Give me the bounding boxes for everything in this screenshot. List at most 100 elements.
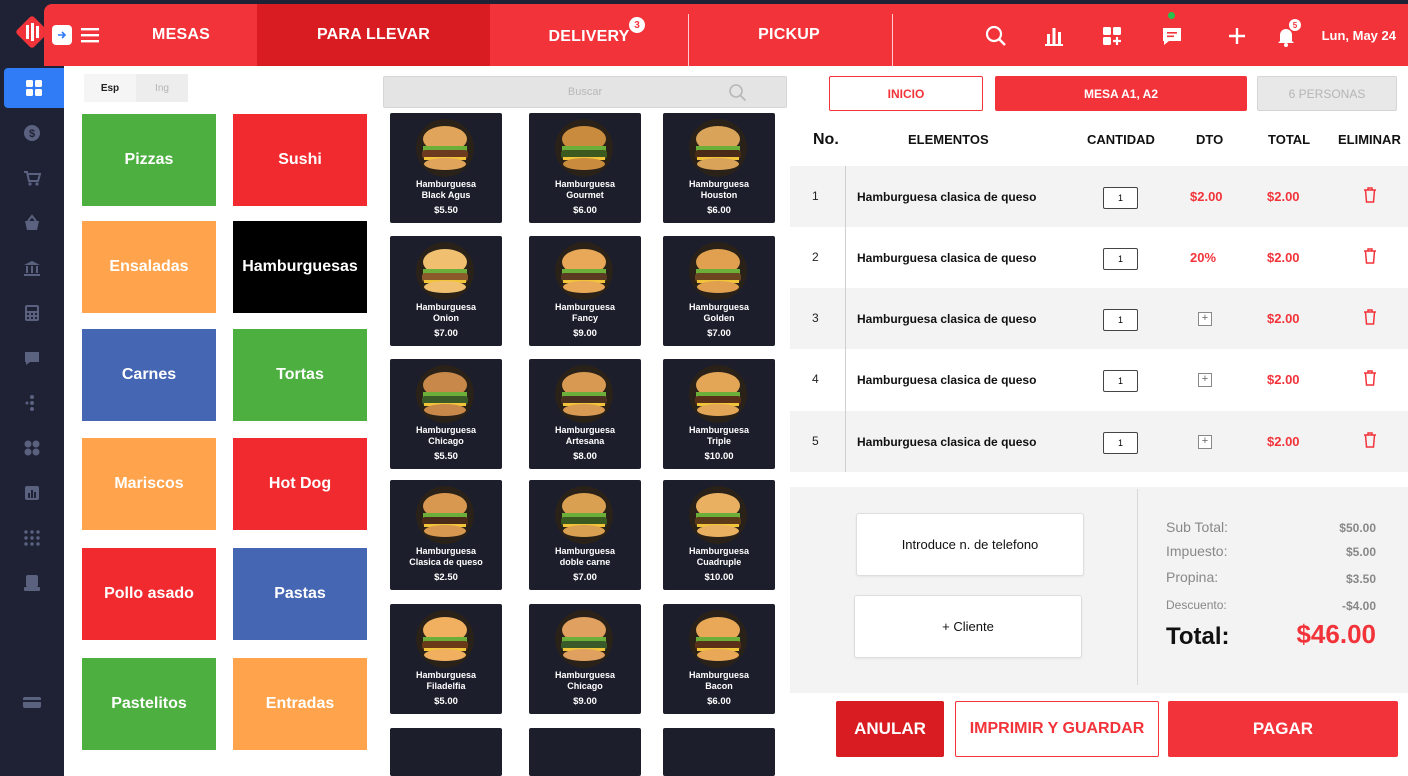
product-card[interactable]: Hamburguesa Chicago $9.00 xyxy=(529,604,641,714)
sidebar-item-reports[interactable] xyxy=(0,473,64,513)
mesa-button[interactable]: MESA A1, A2 xyxy=(995,76,1247,111)
language-option-esp[interactable]: Esp xyxy=(84,74,136,102)
row-quantity-input[interactable]: 1 xyxy=(1103,309,1138,331)
category-pastelitos[interactable]: Pastelitos xyxy=(82,658,216,750)
category-sushi[interactable]: Sushi xyxy=(233,114,367,206)
product-name: Hamburguesa Bacon xyxy=(663,670,775,692)
burger-image xyxy=(416,119,474,177)
product-name-line1: Hamburguesa xyxy=(415,546,477,556)
sidebar-item-apps[interactable] xyxy=(0,518,64,558)
burger-image xyxy=(416,486,474,544)
tab-pickup[interactable]: PICKUP xyxy=(694,4,884,66)
product-name-line2: doble carne xyxy=(559,557,611,567)
tip-value: $3.50 xyxy=(1345,572,1376,586)
trash-icon[interactable] xyxy=(1362,186,1378,204)
add-client-button[interactable]: + Cliente xyxy=(854,595,1082,658)
sidebar-item-modules[interactable] xyxy=(0,428,64,468)
trash-icon[interactable] xyxy=(1362,308,1378,326)
trash-icon[interactable] xyxy=(1362,247,1378,265)
product-card[interactable] xyxy=(529,728,641,776)
sidebar-item-bank[interactable] xyxy=(0,248,64,288)
add-discount-button[interactable]: + xyxy=(1198,373,1212,387)
sidebar-item-terminal[interactable] xyxy=(0,563,64,603)
header-no: No. xyxy=(813,131,839,148)
category-pollo-asado[interactable]: Pollo asado xyxy=(82,548,216,640)
add-widget-icon[interactable] xyxy=(1100,24,1124,48)
tab-para-llevar[interactable]: PARA LLEVAR xyxy=(257,4,490,66)
bar-chart-icon[interactable] xyxy=(1042,24,1066,48)
collapse-sidebar-button[interactable] xyxy=(52,25,72,45)
product-card[interactable]: Hamburguesa Houston $6.00 xyxy=(663,113,775,223)
product-card[interactable]: Hamburguesa Triple $10.00 xyxy=(663,359,775,469)
tab-mesas[interactable]: MESAS xyxy=(114,4,248,66)
sidebar-item-staff[interactable] xyxy=(0,383,64,423)
sidebar-item-cart[interactable] xyxy=(0,158,64,198)
sidebar-item-dashboard[interactable] xyxy=(4,68,64,108)
search-icon[interactable] xyxy=(984,24,1008,48)
search-input[interactable]: Buscar xyxy=(383,76,787,108)
trash-icon[interactable] xyxy=(1362,431,1378,449)
product-card[interactable]: Hamburguesa Gourmet $6.00 xyxy=(529,113,641,223)
product-card[interactable]: Hamburguesa Filadelfia $5.00 xyxy=(390,604,502,714)
row-quantity-input[interactable]: 1 xyxy=(1103,370,1138,392)
product-card[interactable]: Hamburguesa Clasica de queso $2.50 xyxy=(390,480,502,590)
burger-image xyxy=(416,365,474,423)
category-carnes[interactable]: Carnes xyxy=(82,329,216,421)
sidebar-item-calculator[interactable] xyxy=(0,293,64,333)
subtotal-value: $50.00 xyxy=(1339,521,1376,535)
burger-image xyxy=(689,365,747,423)
product-card[interactable]: Hamburguesa Cuadruple $10.00 xyxy=(663,480,775,590)
row-quantity-input[interactable]: 1 xyxy=(1103,187,1138,209)
category-pizzas[interactable]: Pizzas xyxy=(82,114,216,206)
row-discount[interactable]: 20% xyxy=(1190,250,1216,265)
product-card[interactable]: Hamburguesa Black Agus $5.50 xyxy=(390,113,502,223)
product-card[interactable]: Hamburguesa Onion $7.00 xyxy=(390,236,502,346)
hamburger-menu-icon[interactable] xyxy=(80,24,102,46)
message-icon[interactable] xyxy=(1160,24,1184,48)
pagar-button[interactable]: PAGAR xyxy=(1168,701,1398,757)
notifications-badge: 5 xyxy=(1288,18,1302,32)
category-hamburguesas[interactable]: Hamburguesas xyxy=(233,221,367,313)
sidebar-item-chat[interactable] xyxy=(0,338,64,378)
category-ensaladas[interactable]: Ensaladas xyxy=(82,221,216,313)
row-quantity-input[interactable]: 1 xyxy=(1103,432,1138,454)
product-name-line2: Chicago xyxy=(567,681,603,691)
order-row: 4 Hamburguesa clasica de queso 1 + $2.00 xyxy=(790,349,1408,410)
product-card[interactable]: Hamburguesa Fancy $9.00 xyxy=(529,236,641,346)
burger-image xyxy=(555,486,613,544)
product-card[interactable]: Hamburguesa Golden $7.00 xyxy=(663,236,775,346)
add-discount-button[interactable]: + xyxy=(1198,435,1212,449)
anular-button[interactable]: ANULAR xyxy=(836,701,944,757)
plus-icon[interactable] xyxy=(1225,24,1249,48)
imprimir-guardar-button[interactable]: IMPRIMIR Y GUARDAR xyxy=(955,701,1159,757)
category-hot-dog[interactable]: Hot Dog xyxy=(233,438,367,530)
svg-text:$: $ xyxy=(29,128,35,140)
language-option-ing[interactable]: Ing xyxy=(136,74,188,102)
category-pastas[interactable]: Pastas xyxy=(233,548,367,640)
product-card[interactable] xyxy=(663,728,775,776)
tab-delivery[interactable]: DELIVERY xyxy=(494,4,684,66)
product-card[interactable]: Hamburguesa Chicago $5.50 xyxy=(390,359,502,469)
dollar-icon: $ xyxy=(24,125,40,141)
category-mariscos[interactable]: Mariscos xyxy=(82,438,216,530)
row-discount[interactable]: $2.00 xyxy=(1190,189,1223,204)
product-card[interactable]: Hamburguesa Artesana $8.00 xyxy=(529,359,641,469)
row-quantity-input[interactable]: 1 xyxy=(1103,248,1138,270)
sidebar-item-basket[interactable] xyxy=(0,203,64,243)
burger-image xyxy=(555,365,613,423)
product-card[interactable] xyxy=(390,728,502,776)
product-card[interactable]: Hamburguesa doble carne $7.00 xyxy=(529,480,641,590)
inicio-button[interactable]: INICIO xyxy=(829,76,983,111)
sidebar-item-finance[interactable]: $ xyxy=(0,113,64,153)
phone-input[interactable]: Introduce n. de telefono xyxy=(856,513,1084,576)
product-price: $9.00 xyxy=(573,328,597,339)
category-entradas[interactable]: Entradas xyxy=(233,658,367,750)
add-discount-button[interactable]: + xyxy=(1198,312,1212,326)
trash-icon[interactable] xyxy=(1362,369,1378,387)
product-card[interactable]: Hamburguesa Bacon $6.00 xyxy=(663,604,775,714)
language-toggle[interactable]: Esp Ing xyxy=(84,74,188,102)
sidebar-item-card[interactable] xyxy=(0,682,64,722)
category-tortas[interactable]: Tortas xyxy=(233,329,367,421)
personas-button[interactable]: 6 PERSONAS xyxy=(1257,76,1397,111)
product-name: Hamburguesa Filadelfia xyxy=(390,670,502,692)
